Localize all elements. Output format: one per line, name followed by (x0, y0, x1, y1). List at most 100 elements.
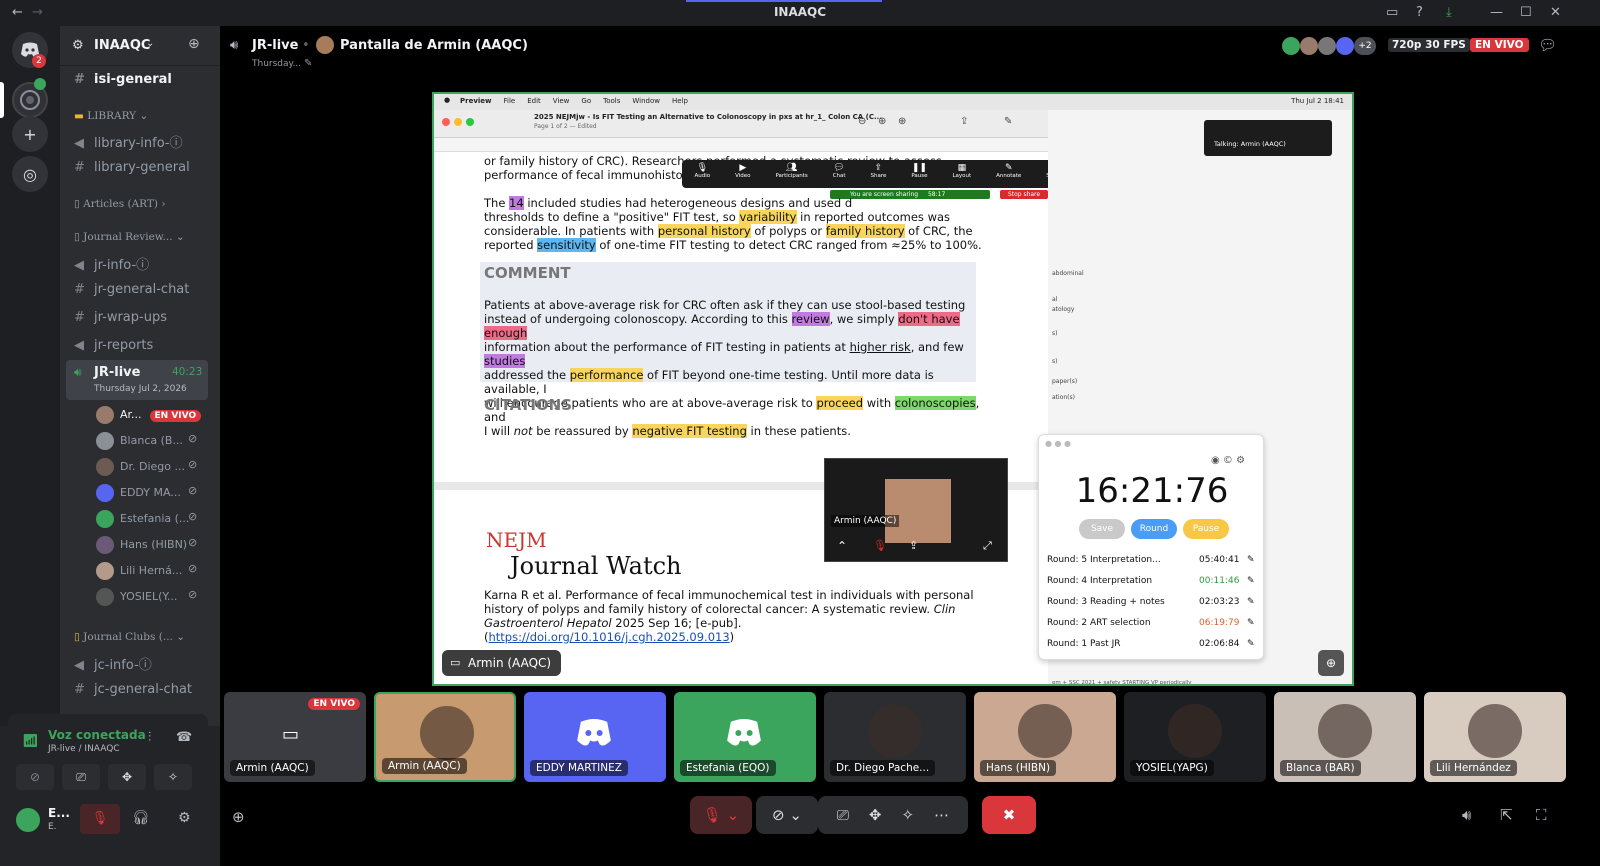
chat-bubble-icon[interactable]: 💬︎ (1538, 36, 1557, 54)
channel-jc-info[interactable]: ◀ jc-info-ⓘ (74, 654, 152, 673)
window-minimize-dot[interactable] (454, 118, 462, 126)
window-close-dot[interactable] (442, 118, 450, 126)
voice-user[interactable]: Hans (HIBN) ⊘ (96, 536, 197, 554)
edit-icon[interactable]: ✎ (1247, 555, 1255, 565)
help-icon[interactable]: ? (1416, 5, 1423, 20)
channel-jr-wrap-ups[interactable]: # jr-wrap-ups (74, 310, 167, 325)
mute-toggle-button[interactable]: 🎙︎ ⌄ (690, 796, 752, 834)
close-icon[interactable]: ✕ (1550, 5, 1561, 20)
voice-user[interactable]: Lili Herná... ⊘ (96, 562, 197, 580)
screen-share-view[interactable]: ● Preview File Edit View Go Tools Window Help T… (432, 92, 1354, 686)
zoom-fit-icon[interactable]: ⊕ (898, 116, 906, 127)
participant-tile[interactable]: ▭ Armin (AAQC) EN VIVO (224, 692, 366, 782)
voice-user[interactable]: Estefania (... ⊘ (96, 510, 197, 528)
channel-library-general[interactable]: # library-general (74, 160, 190, 175)
menu-item[interactable]: Tools (603, 97, 620, 105)
screen-share-button[interactable]: ⎚ (62, 764, 100, 790)
category-articles[interactable]: ▯ Articles (ART) › (74, 198, 166, 210)
server-header[interactable]: ⚙ INAAQC ⌄ ⊕ (60, 26, 220, 66)
inbox-icon[interactable]: ▭ (1386, 5, 1398, 20)
share-icon[interactable]: ⇪ (960, 116, 968, 127)
menu-item[interactable]: Go (581, 97, 591, 105)
timer-round-button[interactable]: Round (1131, 519, 1177, 539)
zoom-toolbar-button[interactable]: ✎ Annotate (996, 163, 1021, 179)
add-member-icon[interactable]: ⊕ (188, 36, 200, 52)
zoom-out-icon[interactable]: ⊖ (858, 116, 866, 127)
voice-user[interactable]: Ar... EN VIVO (96, 406, 202, 424)
zoom-toolbar-button[interactable]: 👥︎ Participants (775, 163, 807, 179)
voice-user[interactable]: Blanca (B... ⊘ (96, 432, 197, 450)
participant-tile[interactable]: Lili Hernández (1424, 692, 1566, 782)
markup-icon[interactable]: ✎ (1004, 116, 1012, 127)
activities-icon[interactable]: ✥ (869, 806, 882, 824)
menu-item[interactable]: File (504, 97, 516, 105)
headphones-icon[interactable]: 🎧︎ (132, 810, 150, 826)
window-zoom-dot[interactable] (466, 118, 474, 126)
explore-icon[interactable]: ◎ (12, 156, 48, 192)
participant-tile[interactable]: EDDY MARTINEZ (524, 692, 666, 782)
channel-jr-reports[interactable]: ◀ jr-reports (74, 338, 153, 353)
menu-item[interactable]: Preview (460, 97, 492, 105)
soundboard-button[interactable]: ✧ (154, 764, 192, 790)
more-icon[interactable]: ⋯ (934, 806, 949, 824)
channel-jr-live[interactable]: 🔊︎ JR-live 40:23 Thursday Jul 2, 2026 (66, 360, 208, 400)
chevron-up-icon[interactable]: ⌃ (837, 539, 847, 553)
edit-icon[interactable]: ✎ (1247, 618, 1255, 628)
menu-item[interactable]: View (553, 97, 570, 105)
participant-tile[interactable]: Estefania (EQO) (674, 692, 816, 782)
popout-icon[interactable]: ⇱ (1500, 806, 1513, 824)
noise-suppression-icon[interactable]: ⫶ (148, 730, 151, 745)
mic-off-icon[interactable]: 🎙︎ (873, 539, 887, 552)
mini-video-window[interactable]: Armin (AAQC) ⌃ 🎙︎ ⇪ ⤢ (824, 458, 1008, 562)
menu-item[interactable]: Help (672, 97, 688, 105)
expand-icon[interactable]: ⤢ (983, 539, 992, 553)
mute-button[interactable]: 🎙︎ (80, 804, 120, 834)
zoom-toolbar-button[interactable]: 🎙︎ Audio (694, 163, 710, 179)
timer-save-button[interactable]: Save (1079, 519, 1125, 539)
participant-tile[interactable]: Dr. Diego Pache... (824, 692, 966, 782)
zoom-in-icon[interactable]: ⊕ (878, 116, 886, 127)
participant-tile[interactable]: Armin (AAQC) (374, 692, 516, 782)
disconnect-button[interactable]: ✖ (982, 796, 1036, 834)
soundboard-icon[interactable]: ✧ (902, 806, 915, 824)
zoom-icon[interactable]: ⊕ (1318, 650, 1344, 676)
camera-toggle-button[interactable]: ⊘ ⌄ (756, 796, 818, 834)
channel-isi-general[interactable]: # isi-general (74, 72, 172, 87)
menu-item[interactable]: Window (632, 97, 660, 105)
voice-user[interactable]: EDDY MA... ⊘ (96, 484, 197, 502)
doi-link[interactable]: https://doi.org/10.1016/j.cgh.2025.09.01… (489, 630, 730, 644)
fullscreen-icon[interactable]: ⛶ (1536, 806, 1547, 824)
activities-button[interactable]: ✥ (108, 764, 146, 790)
zoom-toolbar-button[interactable]: ❚❚ Pause (911, 163, 927, 179)
pdf-document[interactable]: 2025 NEJMjw - Is FIT Testing an Alternat… (434, 110, 1196, 684)
edit-icon[interactable]: ✎ (304, 58, 312, 69)
disconnect-icon[interactable]: ☎ (176, 730, 192, 745)
edit-icon[interactable]: ✎ (1247, 639, 1255, 649)
category-library[interactable]: ▬ LIBRARY ⌄ (74, 110, 148, 122)
settings-gear-icon[interactable]: ⚙ (178, 810, 191, 826)
zoom-toolbar-button[interactable]: ⇪ Share (871, 163, 887, 179)
participant-tile[interactable]: Hans (HIBN) (974, 692, 1116, 782)
category-journal-review[interactable]: ▯ Journal Review... ⌄ (74, 231, 185, 243)
edit-icon[interactable]: ✎ (1247, 597, 1255, 607)
minimize-icon[interactable]: — (1490, 5, 1503, 20)
stop-share-button[interactable]: Stop share (1000, 190, 1048, 199)
edit-icon[interactable]: ✎ (1247, 576, 1255, 586)
voice-user[interactable]: Dr. Diego ... ⊘ (96, 458, 197, 476)
timer-pause-button[interactable]: Pause (1183, 519, 1229, 539)
screen-share-icon[interactable]: ⎚ (837, 806, 849, 824)
channel-jc-general-chat[interactable]: # jc-general-chat (74, 682, 192, 697)
timer-widget[interactable]: ● ● ● ◉ © ⚙ 16:21:76 Save Round Pause Ro… (1038, 434, 1264, 660)
add-server-icon[interactable]: + (12, 116, 48, 152)
zoom-toolbar-button[interactable]: ▶ Video (735, 163, 750, 179)
channel-jr-general-chat[interactable]: # jr-general-chat (74, 282, 189, 297)
menu-item[interactable]: Edit (527, 97, 541, 105)
invite-icon[interactable]: ⊕ (232, 808, 245, 826)
timer-settings-icon[interactable]: ◉ © ⚙ (1211, 455, 1245, 466)
participant-tile[interactable]: YOSIEL(YAPG) (1124, 692, 1266, 782)
zoom-toolbar-button[interactable]: 💬︎ Chat (833, 163, 846, 179)
camera-off-button[interactable]: ⊘ (16, 764, 54, 790)
channel-jr-info[interactable]: ◀ jr-info-ⓘ (74, 254, 149, 273)
volume-icon[interactable]: 🔊︎ (1462, 806, 1471, 824)
download-icon[interactable]: ⤓ (1446, 5, 1452, 20)
